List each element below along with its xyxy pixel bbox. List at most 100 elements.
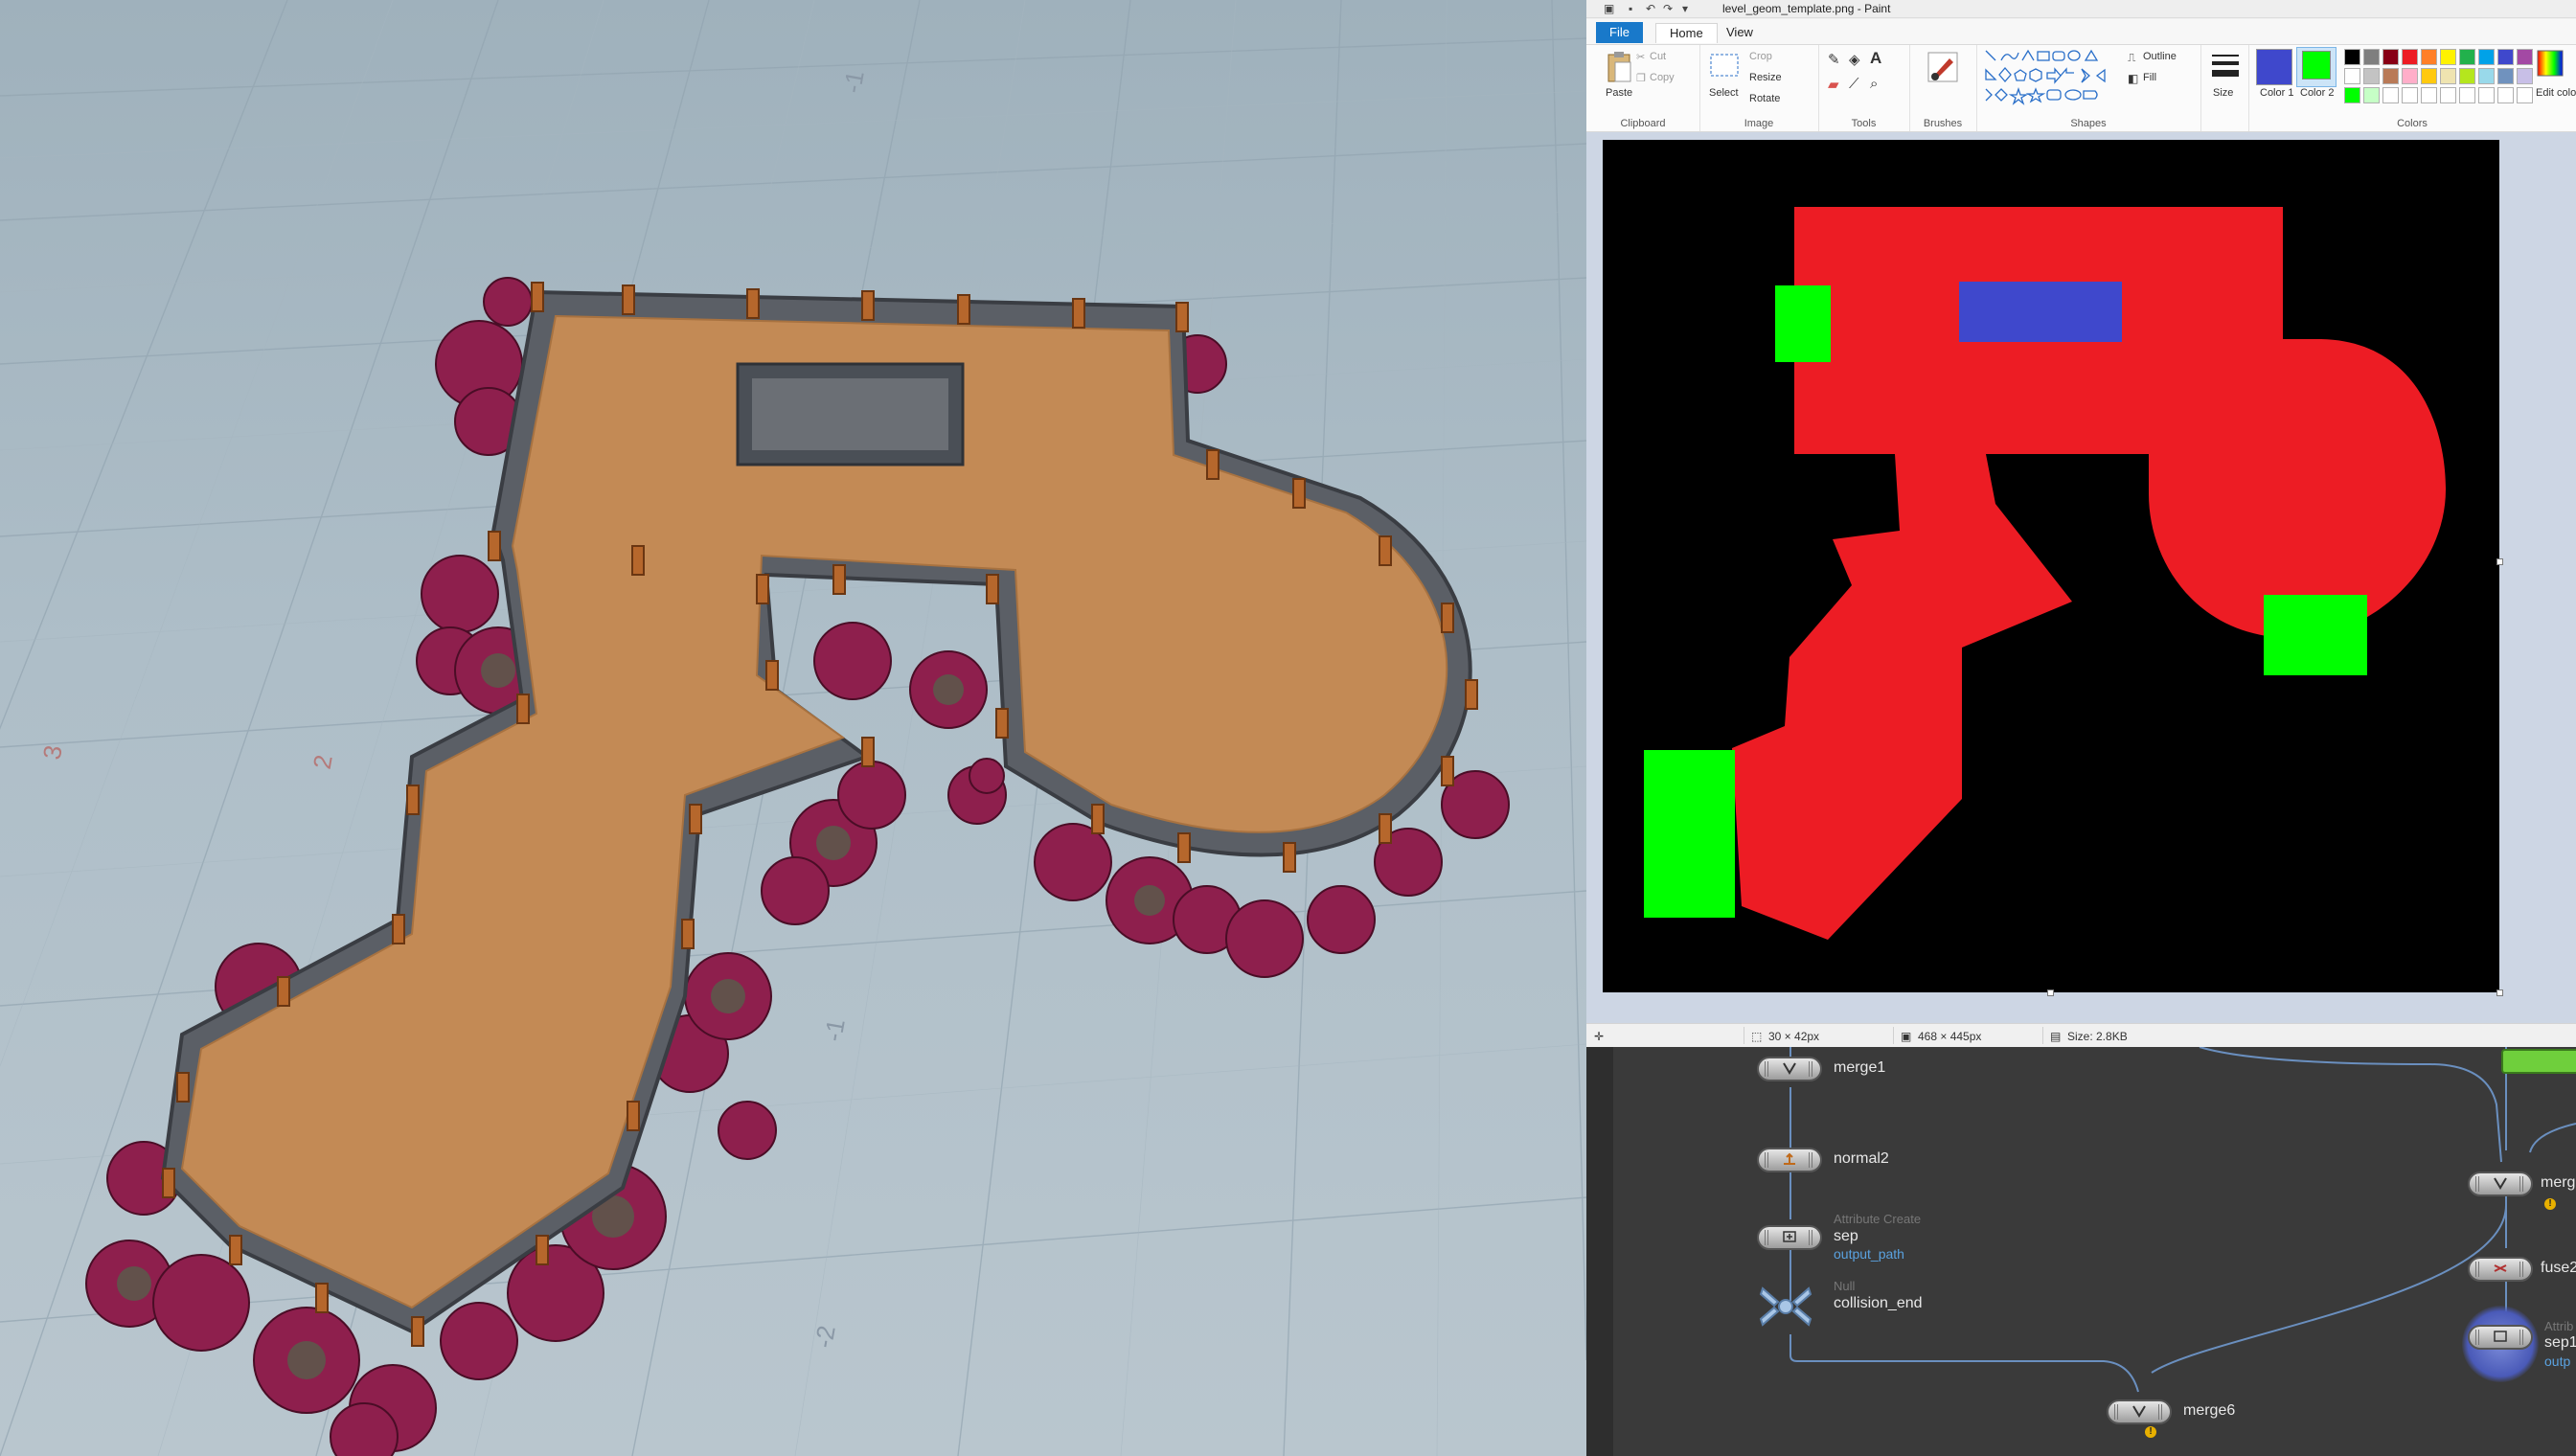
select-icon[interactable] (1709, 53, 1740, 80)
null-node-icon[interactable] (1757, 1283, 1814, 1331)
paint-statusbar: ✛ ⬚ 30 × 42px ▣ 468 × 445px ▤ Size: 2.8K… (1586, 1023, 2576, 1048)
paint-window: ▣ ▪ ↶ ↷ ▾ level_geom_template.png - Pain… (1586, 0, 2576, 1048)
cut-button[interactable]: Cut (1650, 51, 1666, 62)
selection-size-icon: ⬚ (1751, 1030, 1763, 1043)
text-tool-icon[interactable]: A (1870, 49, 1881, 68)
paint-canvas[interactable] (1603, 140, 2499, 992)
palette-swatch[interactable] (2517, 87, 2533, 103)
fill-dropdown[interactable]: Fill (2143, 72, 2156, 83)
palette-swatch[interactable] (2459, 87, 2475, 103)
palette-swatch[interactable] (2363, 87, 2380, 103)
paint-app-icon: ▣ (1604, 2, 1615, 15)
magnifier-icon[interactable]: ⌕ (1870, 76, 1878, 92)
tab-file[interactable]: File (1596, 22, 1643, 43)
palette-swatch[interactable] (2440, 87, 2456, 103)
outline-dropdown[interactable]: Outline (2143, 51, 2177, 62)
normal-icon (1784, 1152, 1795, 1165)
resize-handle[interactable] (2496, 990, 2503, 996)
palette-swatch[interactable] (2363, 49, 2380, 65)
crop-button[interactable]: Crop (1749, 51, 1772, 62)
size-button[interactable]: Size (2213, 87, 2233, 99)
undo-icon[interactable]: ↶ (1646, 2, 1655, 15)
merge-icon (1783, 1062, 1796, 1075)
palette-swatch[interactable] (2402, 49, 2418, 65)
palette-swatch[interactable] (2459, 49, 2475, 65)
resize-handle[interactable] (2047, 990, 2054, 996)
resize-button[interactable]: Resize (1749, 72, 1782, 83)
palette-swatch[interactable] (2440, 49, 2456, 65)
color1-label[interactable]: Color 1 (2260, 87, 2293, 99)
color1-swatch[interactable] (2256, 49, 2292, 85)
warning-icon: ! (2544, 1198, 2556, 1210)
node-type: Attrib (2544, 1319, 2574, 1333)
palette-swatch[interactable] (2497, 49, 2514, 65)
pencil-icon[interactable]: ✎ (1828, 51, 1840, 68)
attribute-create-icon (1783, 1231, 1796, 1242)
color2-label[interactable]: Color 2 (2300, 87, 2334, 99)
size-icon[interactable] (2212, 53, 2239, 80)
quick-access-dropdown-icon[interactable]: ▾ (1682, 2, 1688, 15)
image-size: 468 × 445px (1918, 1030, 1982, 1043)
palette-swatch[interactable] (2459, 68, 2475, 84)
paste-icon[interactable] (1606, 51, 1634, 83)
tab-view[interactable]: View (1713, 23, 1767, 42)
select-button[interactable]: Select (1709, 87, 1739, 99)
eraser-icon[interactable]: ▰ (1828, 76, 1839, 93)
edit-colors-icon[interactable] (2536, 49, 2565, 78)
rotate-button[interactable]: Rotate (1749, 93, 1780, 104)
fill-bucket-icon[interactable]: ◈ (1849, 51, 1860, 68)
palette-swatch[interactable] (2478, 49, 2495, 65)
palette-swatch[interactable] (2497, 68, 2514, 84)
palette-swatch[interactable] (2382, 68, 2399, 84)
color-picker-icon[interactable]: ⟋ (1849, 76, 1859, 92)
palette-swatch[interactable] (2402, 68, 2418, 84)
merge-icon (2132, 1405, 2146, 1418)
spawn-zone (2264, 595, 2367, 675)
level-template-drawing (1644, 207, 2446, 940)
shapes-gallery[interactable] (1982, 49, 2116, 106)
paste-button[interactable]: Paste (1606, 87, 1632, 99)
node-name: collision_end (1834, 1295, 1923, 1311)
tab-home[interactable]: Home (1655, 23, 1718, 43)
palette-swatch[interactable] (2382, 87, 2399, 103)
palette-swatch[interactable] (2344, 87, 2360, 103)
palette-swatch[interactable] (2517, 49, 2533, 65)
palette-swatch[interactable] (2344, 68, 2360, 84)
paint-canvas-area[interactable] (1586, 132, 2576, 1023)
resize-handle[interactable] (2496, 558, 2503, 565)
redo-icon[interactable]: ↷ (1663, 2, 1673, 15)
3d-viewport[interactable]: -1 -1 -2 2 3 (0, 0, 1586, 1456)
copy-icon: ❐ (1636, 73, 1646, 84)
node-parameter: outp (2544, 1354, 2571, 1369)
palette-swatch[interactable] (2440, 68, 2456, 84)
palette-swatch[interactable] (2421, 87, 2437, 103)
palette-swatch[interactable] (2382, 49, 2399, 65)
palette-swatch[interactable] (2517, 68, 2533, 84)
image-group: Select Crop Resize Rotate Image (1699, 45, 1819, 131)
copy-button[interactable]: Copy (1650, 72, 1675, 83)
save-icon[interactable]: ▪ (1629, 2, 1632, 15)
palette-swatch[interactable] (2478, 87, 2495, 103)
edit-colors-button[interactable]: Edit colors (2536, 87, 2576, 99)
palette-swatch[interactable] (2402, 87, 2418, 103)
fill-icon: ◧ (2128, 72, 2139, 85)
palette-swatch[interactable] (2421, 68, 2437, 84)
node-type: Null (1834, 1279, 1856, 1293)
node-name: sep (1834, 1228, 1858, 1244)
node-green-partial[interactable] (2501, 1049, 2576, 1074)
brushes-icon[interactable] (1926, 51, 1959, 83)
palette-swatch[interactable] (2421, 49, 2437, 65)
palette-swatch[interactable] (2497, 87, 2514, 103)
color2-swatch[interactable] (2302, 51, 2331, 80)
shapes-group-label: Shapes (2070, 118, 2107, 129)
network-editor[interactable]: merge1 normal2 Attribute Create sep outp… (1586, 1047, 2576, 1456)
palette-swatch[interactable] (2363, 68, 2380, 84)
palette-swatch[interactable] (2344, 49, 2360, 65)
palette-swatch[interactable] (2478, 68, 2495, 84)
paint-window-title: level_geom_template.png - Paint (1722, 2, 1891, 15)
colors-group: Color 1 Color 2 Edit colors Colors (2248, 45, 2576, 131)
node-name: merge6 (2183, 1402, 2236, 1419)
attribute-create-icon (2494, 1331, 2507, 1342)
brushes-group-label: Brushes (1923, 118, 1963, 129)
colors-group-label: Colors (2397, 118, 2428, 129)
